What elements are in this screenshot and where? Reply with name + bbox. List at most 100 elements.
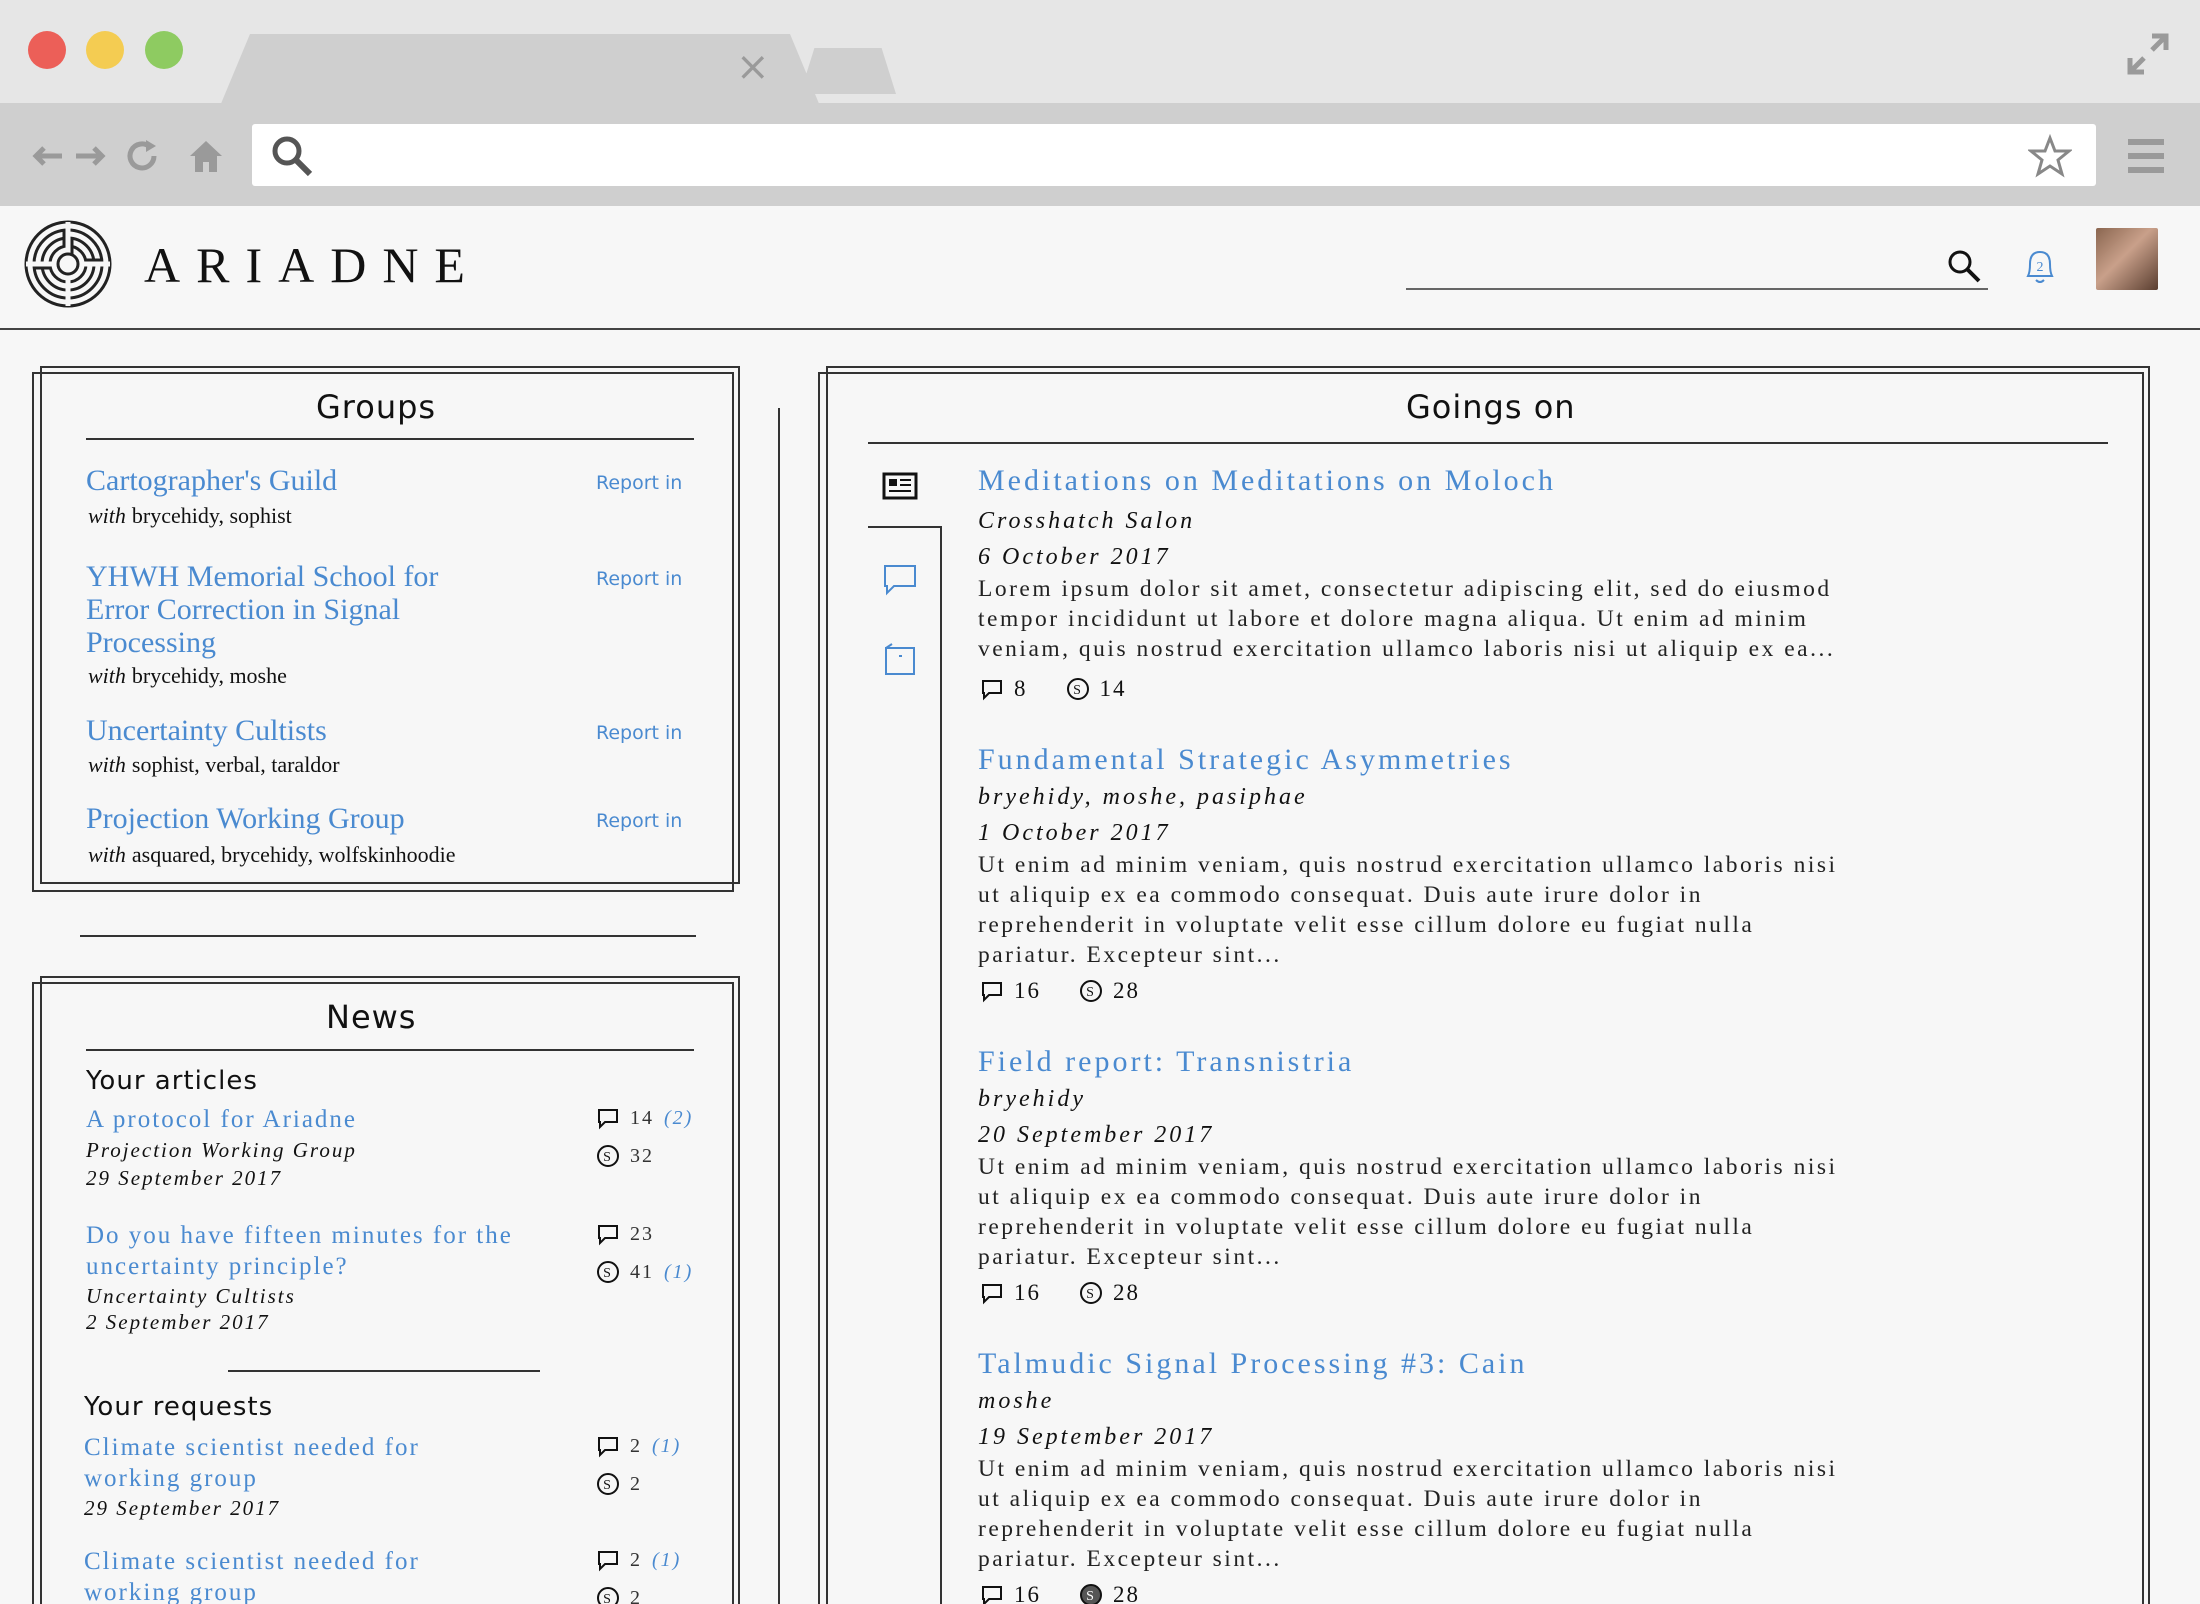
points-coin-icon: S bbox=[597, 1587, 619, 1604]
comment-tab-icon[interactable] bbox=[882, 562, 918, 598]
header-search-input[interactable] bbox=[1406, 288, 1988, 290]
your-articles-heading: Your articles bbox=[86, 1066, 258, 1096]
request-tab-icon[interactable] bbox=[882, 642, 918, 678]
report-in-link[interactable]: Report in bbox=[596, 472, 682, 494]
notification-bell-icon[interactable]: 2 bbox=[2018, 244, 2062, 288]
group-members: with sophist, verbal, taraldor bbox=[88, 752, 340, 777]
svg-text:S: S bbox=[603, 1592, 613, 1604]
feed-item-stats[interactable]: 16 S 28 bbox=[980, 1582, 1140, 1604]
points-coin-icon: S bbox=[597, 1473, 619, 1495]
home-icon[interactable] bbox=[186, 136, 226, 176]
request-date: 29 September 2017 bbox=[84, 1496, 281, 1520]
request-comment-count[interactable]: 2 (1) bbox=[596, 1548, 681, 1572]
feed-item-author[interactable]: bryehidy, moshe, pasiphae bbox=[978, 784, 1308, 811]
feed-item-date: 1 October 2017 bbox=[978, 820, 1171, 846]
article-link[interactable]: A protocol for Ariadne bbox=[86, 1104, 357, 1135]
feed-item-author[interactable]: moshe bbox=[978, 1388, 1054, 1415]
request-comment-count[interactable]: 2 (1) bbox=[596, 1434, 681, 1458]
brand-name[interactable]: ARIADNE bbox=[144, 236, 481, 294]
comment-icon bbox=[982, 680, 1002, 701]
comment-icon bbox=[982, 1284, 1002, 1305]
feed-item-stats[interactable]: 16 S 28 bbox=[980, 1280, 1140, 1306]
points-coin-icon: S bbox=[597, 1261, 619, 1283]
article-comment-count[interactable]: 14 (2) bbox=[596, 1106, 693, 1130]
feed-item-excerpt: Lorem ipsum dolor sit amet, consectetur … bbox=[978, 576, 1836, 662]
points-coin-icon: S bbox=[1080, 1282, 1102, 1304]
comment-icon bbox=[598, 1225, 618, 1246]
feed-item-date: 6 October 2017 bbox=[978, 544, 1171, 570]
feed-item-date: 19 September 2017 bbox=[978, 1424, 1215, 1450]
feed-item-title[interactable]: Field report: Transnistria bbox=[978, 1045, 1354, 1079]
window-minimize-button[interactable] bbox=[86, 31, 124, 69]
section-divider bbox=[80, 935, 696, 937]
column-divider bbox=[778, 408, 780, 1604]
group-link-yhwh-memorial-school[interactable]: YHWH Memorial School for Error Correctio… bbox=[86, 560, 438, 659]
article-points-count[interactable]: S 32 bbox=[596, 1144, 654, 1168]
feed-item-date: 20 September 2017 bbox=[978, 1122, 1215, 1148]
labyrinth-logo-icon[interactable] bbox=[24, 220, 112, 308]
article-list-icon[interactable] bbox=[882, 468, 918, 504]
article-points-count[interactable]: S 41 (1) bbox=[596, 1260, 693, 1284]
feed-item-title[interactable]: Meditations on Meditations on Moloch bbox=[978, 464, 1556, 498]
feed-item-author[interactable]: Crosshatch Salon bbox=[978, 508, 1195, 535]
svg-text:S: S bbox=[1086, 1589, 1096, 1604]
news-title: News bbox=[326, 998, 417, 1036]
tab-close-icon[interactable]: × bbox=[736, 44, 770, 90]
points-coin-icon: S bbox=[1080, 1584, 1102, 1604]
request-points-count[interactable]: S 2 bbox=[596, 1472, 642, 1496]
request-link[interactable]: Climate scientist needed for working gro… bbox=[84, 1432, 420, 1494]
your-requests-heading: Your requests bbox=[84, 1392, 274, 1422]
user-avatar[interactable] bbox=[2096, 228, 2158, 290]
browser-tab[interactable] bbox=[220, 34, 820, 106]
group-members: with brycehidy, sophist bbox=[88, 503, 292, 528]
feed-item-author[interactable]: bryehidy bbox=[978, 1086, 1086, 1113]
svg-text:S: S bbox=[603, 1150, 613, 1165]
search-icon[interactable] bbox=[1946, 248, 1982, 284]
window-zoom-button[interactable] bbox=[145, 31, 183, 69]
report-in-link[interactable]: Report in bbox=[596, 810, 682, 832]
feed-item-title[interactable]: Fundamental Strategic Asymmetries bbox=[978, 743, 1514, 777]
article-date: 2 September 2017 bbox=[86, 1310, 270, 1334]
comment-icon bbox=[982, 1586, 1002, 1604]
article-comment-count[interactable]: 23 bbox=[596, 1222, 654, 1246]
search-icon bbox=[272, 136, 313, 177]
feed-item-excerpt: Ut enim ad minim veniam, quis nostrud ex… bbox=[978, 1456, 1838, 1572]
groups-title-divider bbox=[86, 438, 694, 440]
points-coin-icon: S bbox=[1080, 980, 1102, 1002]
new-tab-button[interactable] bbox=[800, 48, 896, 94]
side-tab-border bbox=[940, 526, 942, 1604]
svg-text:S: S bbox=[603, 1478, 613, 1493]
article-link[interactable]: Do you have fifteen minutes for the unce… bbox=[86, 1220, 513, 1282]
feed-item-stats[interactable]: 8 S 14 bbox=[980, 676, 1127, 702]
feed-item-stats[interactable]: 16 S 28 bbox=[980, 978, 1140, 1004]
group-link-cartographers-guild[interactable]: Cartographer's Guild bbox=[86, 464, 337, 497]
article-date: 29 September 2017 bbox=[86, 1166, 283, 1190]
request-link[interactable]: Climate scientist needed for working gro… bbox=[84, 1546, 420, 1604]
reload-icon[interactable] bbox=[122, 136, 162, 176]
article-group: Projection Working Group bbox=[86, 1138, 357, 1162]
points-coin-icon: S bbox=[597, 1145, 619, 1167]
browser-menu-icon[interactable] bbox=[2124, 134, 2168, 178]
report-in-link[interactable]: Report in bbox=[596, 722, 682, 744]
comment-icon bbox=[982, 982, 1002, 1003]
comment-icon bbox=[598, 1437, 618, 1458]
report-in-link[interactable]: Report in bbox=[596, 568, 682, 590]
window-close-button[interactable] bbox=[28, 31, 66, 69]
fullscreen-icon[interactable] bbox=[2124, 30, 2172, 78]
svg-text:S: S bbox=[1086, 1287, 1096, 1302]
feed-item-excerpt: Ut enim ad minim veniam, quis nostrud ex… bbox=[978, 1154, 1838, 1270]
request-points-count[interactable]: S 2 bbox=[596, 1586, 642, 1604]
feed-item-title[interactable]: Talmudic Signal Processing #3: Cain bbox=[978, 1347, 1528, 1381]
goings-on-title-divider bbox=[868, 442, 2108, 444]
group-link-uncertainty-cultists[interactable]: Uncertainty Cultists bbox=[86, 714, 327, 747]
news-section-divider bbox=[228, 1370, 540, 1372]
group-link-projection-working-group[interactable]: Projection Working Group bbox=[86, 802, 405, 835]
notification-count: 2 bbox=[2037, 260, 2044, 275]
address-bar[interactable] bbox=[252, 124, 2096, 186]
bookmark-star-icon[interactable] bbox=[2028, 134, 2072, 178]
svg-text:S: S bbox=[1073, 683, 1083, 698]
groups-title: Groups bbox=[316, 388, 437, 426]
points-coin-icon: S bbox=[1066, 678, 1089, 700]
back-arrow-icon[interactable] bbox=[28, 136, 68, 176]
forward-arrow-icon[interactable] bbox=[70, 136, 110, 176]
